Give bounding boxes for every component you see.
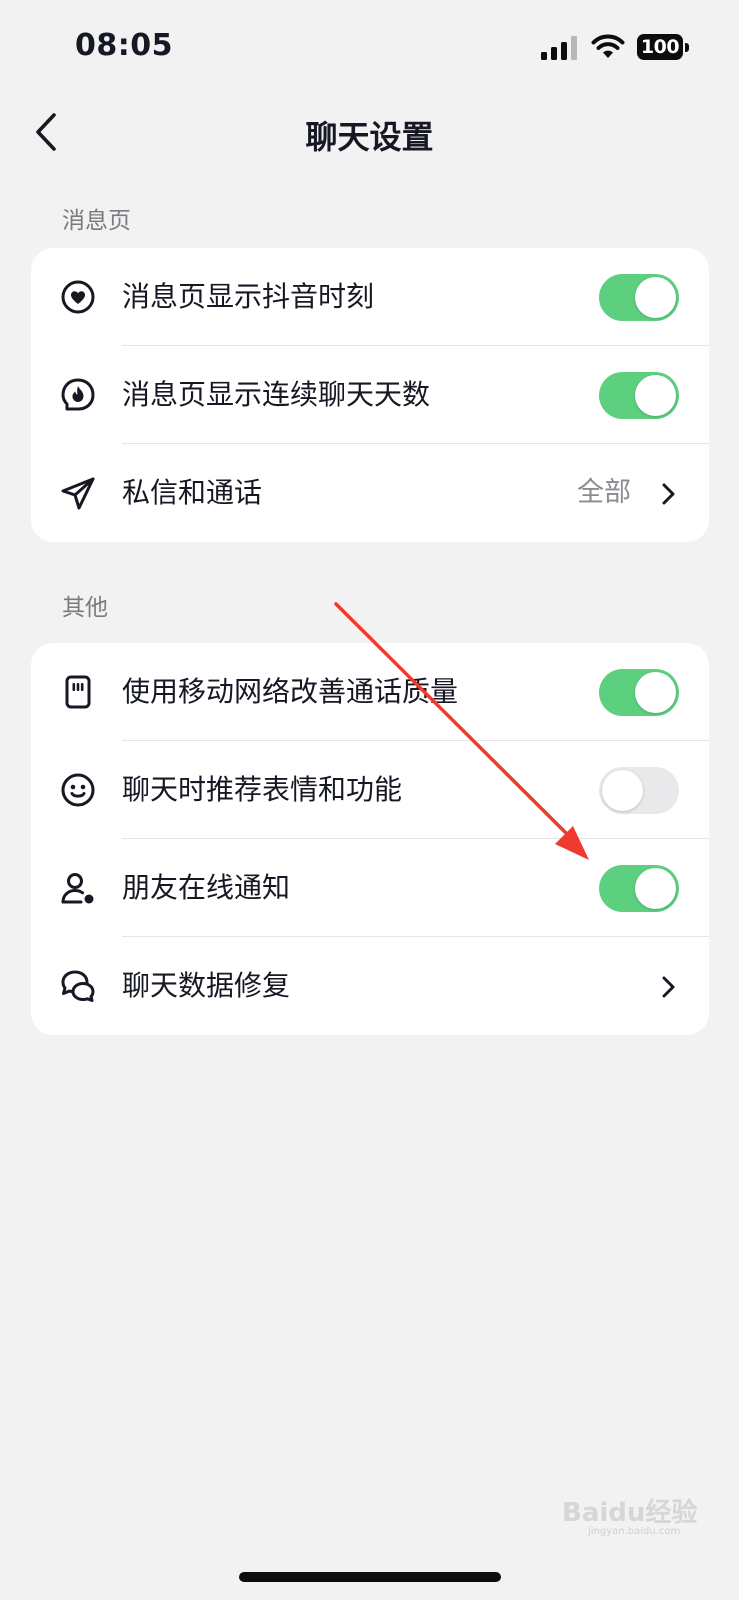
user-online-icon [61,873,94,904]
send-icon [61,477,95,510]
toggle-recommend-stickers[interactable] [599,767,679,814]
section-label-messages: 消息页 [62,208,131,234]
settings-card-messages: 消息页显示抖音时刻 消息页显示连续聊天天数 私信和通话 全部 [31,248,709,542]
sim-card-icon [65,675,91,709]
row-label: 消息页显示连续聊天天数 [122,378,431,411]
page-title: 聊天设置 [305,118,434,156]
battery-level: 100 [637,34,683,60]
wifi-icon [591,34,625,58]
row-show-chat-streak: 消息页显示连续聊天天数 [31,346,709,444]
chevron-right-icon [662,483,675,505]
toggle-knob [635,672,676,713]
signal-icon [541,36,577,60]
smile-icon [61,773,95,807]
toggle-mobile-network-calls[interactable] [599,669,679,716]
toggle-show-chat-streak[interactable] [599,372,679,419]
row-dm-and-calls[interactable]: 私信和通话 全部 [31,444,709,542]
status-time: 08:05 [75,28,173,63]
row-friend-online-notify: 朋友在线通知 [31,839,709,937]
row-label: 聊天数据修复 [122,969,291,1002]
row-label: 消息页显示抖音时刻 [122,280,375,313]
flame-chat-icon [61,378,95,411]
battery-tip [685,43,689,52]
row-label: 私信和通话 [122,476,263,509]
row-value: 全部 [577,477,631,508]
baidu-watermark: Baidu经验 jingyan.baidu.com [562,1492,712,1542]
watermark-subtext: jingyan.baidu.com [588,1526,681,1537]
row-label: 聊天时推荐表情和功能 [122,773,403,806]
toggle-friend-online-notify[interactable] [599,865,679,912]
row-show-douyin-moments: 消息页显示抖音时刻 [31,248,709,346]
toggle-knob [602,770,643,811]
status-bar: 08:05 100 [0,0,739,96]
settings-card-other: 使用移动网络改善通话质量 聊天时推荐表情和功能 朋友在线通知 聊天数据修复 [31,643,709,1035]
toggle-knob [635,868,676,909]
row-label: 朋友在线通知 [122,871,291,904]
toggle-show-douyin-moments[interactable] [599,274,679,321]
battery-icon: 100 [637,34,691,62]
watermark-text: Baidu经验 [562,1498,698,1528]
chevron-right-icon [662,976,675,998]
row-mobile-network-calls: 使用移动网络改善通话质量 [31,643,709,741]
heart-circle-icon [61,280,95,314]
nav-bar: 聊天设置 [0,96,739,168]
home-indicator[interactable] [239,1572,501,1582]
section-label-other: 其他 [62,595,108,621]
row-recommend-stickers: 聊天时推荐表情和功能 [31,741,709,839]
chat-bubbles-icon [61,970,95,1002]
toggle-knob [635,277,676,318]
row-label: 使用移动网络改善通话质量 [122,675,459,708]
row-chat-data-repair[interactable]: 聊天数据修复 [31,937,709,1035]
toggle-knob [635,375,676,416]
